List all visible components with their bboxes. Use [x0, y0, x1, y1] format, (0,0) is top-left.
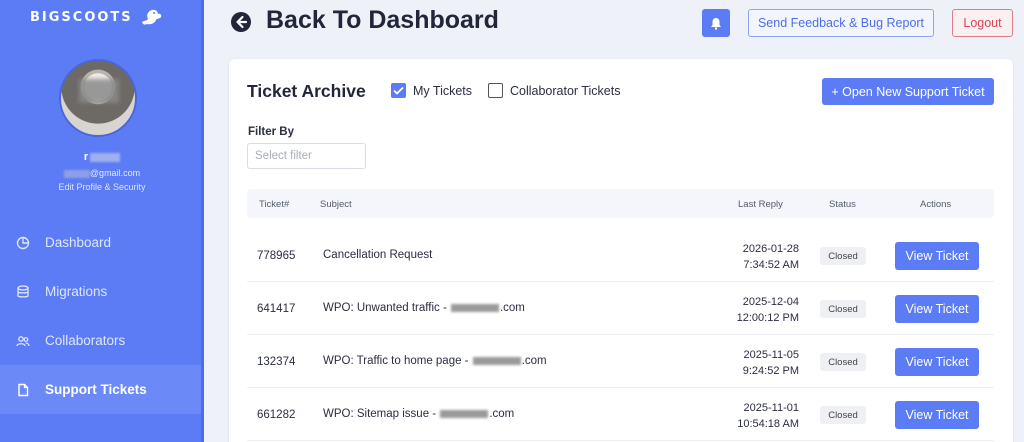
table-row: 132374 WPO: Traffic to home page - .com … [247, 336, 994, 388]
sidebar-item-label: Collaborators [45, 333, 126, 348]
view-ticket-button[interactable]: View Ticket [895, 401, 979, 429]
send-feedback-button[interactable]: Send Feedback & Bug Report [748, 9, 934, 37]
my-tickets-checkbox[interactable]: My Tickets [391, 83, 472, 98]
sidebar-item-support-tickets[interactable]: Support Tickets [0, 365, 204, 414]
last-reply: 2026-01-28 7:34:52 AM [742, 243, 799, 271]
ticket-archive-card: Ticket Archive My Tickets Collaborator T… [229, 59, 1013, 442]
open-new-ticket-button[interactable]: + Open New Support Ticket [822, 78, 994, 105]
last-reply: 2025-12-04 12:00:12 PM [736, 296, 799, 324]
ticket-id: 132374 [257, 356, 296, 368]
brand-logo[interactable]: BIGSCOOTS [30, 6, 163, 28]
table-row: 661282 WPO: Sitemap issue - .com 2025-11… [247, 389, 994, 441]
ticket-id: 641417 [257, 303, 296, 315]
sidebar: BIGSCOOTS r @gmail.com Edit Profile & Se… [0, 0, 204, 442]
status-badge: Closed [820, 353, 866, 371]
column-last-reply: Last Reply [738, 199, 783, 210]
card-title: Ticket Archive [247, 81, 366, 101]
sidebar-item-migrations[interactable]: Migrations [0, 267, 204, 316]
squirrel-logo-icon [141, 9, 161, 25]
table-row: 641417 WPO: Unwanted traffic - .com 2025… [247, 283, 994, 335]
my-tickets-label: My Tickets [413, 83, 473, 98]
avatar[interactable] [59, 59, 137, 137]
status-badge: Closed [820, 300, 866, 318]
back-arrow-icon[interactable] [230, 11, 252, 33]
filter-label: Filter By [248, 126, 295, 138]
ticket-id: 778965 [257, 250, 296, 262]
table-header: Ticket# Subject Last Reply Status Action… [247, 189, 994, 218]
checkbox-unchecked-icon[interactable] [488, 83, 503, 98]
user-name: r [0, 151, 204, 163]
last-reply: 2025-11-01 10:54:18 AM [737, 402, 799, 430]
sidebar-item-dashboard[interactable]: Dashboard [0, 218, 204, 267]
notifications-button[interactable] [702, 9, 730, 37]
view-ticket-button[interactable]: View Ticket [895, 242, 979, 270]
status-badge: Closed [820, 406, 866, 424]
ticket-subject[interactable]: Cancellation Request [323, 249, 432, 261]
bell-icon [711, 17, 721, 30]
sidebar-scrollbar[interactable] [201, 0, 204, 442]
logout-button[interactable]: Logout [952, 9, 1013, 37]
ticket-id: 661282 [257, 409, 296, 421]
users-icon [16, 334, 30, 348]
brand-name: BIGSCOOTS [30, 9, 133, 25]
ticket-subject[interactable]: WPO: Sitemap issue - .com [323, 408, 514, 420]
column-actions: Actions [920, 199, 952, 210]
database-icon [16, 284, 30, 299]
edit-profile-link[interactable]: Edit Profile & Security [0, 182, 204, 192]
ticket-subject[interactable]: WPO: Unwanted traffic - .com [323, 302, 525, 314]
column-status: Status [829, 199, 856, 210]
view-ticket-button[interactable]: View Ticket [895, 348, 979, 376]
sidebar-nav: Dashboard Migrations Collaborators Suppo… [0, 218, 204, 414]
column-subject: Subject [320, 199, 352, 210]
filter-select[interactable] [247, 143, 366, 169]
column-ticket: Ticket# [259, 199, 290, 210]
pie-chart-icon [16, 236, 30, 250]
last-reply: 2025-11-05 9:24:52 PM [742, 349, 799, 377]
sidebar-item-collaborators[interactable]: Collaborators [0, 316, 204, 365]
collaborator-tickets-checkbox[interactable]: Collaborator Tickets [488, 83, 620, 98]
checkbox-checked-icon[interactable] [391, 83, 406, 98]
status-badge: Closed [820, 247, 866, 265]
ticket-subject[interactable]: WPO: Traffic to home page - .com [323, 355, 547, 367]
collaborator-tickets-label: Collaborator Tickets [510, 83, 621, 98]
sidebar-item-label: Migrations [45, 284, 108, 299]
sidebar-item-label: Support Tickets [45, 382, 147, 397]
table-row: 778965 Cancellation Request 2026-01-28 7:… [247, 230, 994, 282]
user-email: @gmail.com [0, 168, 204, 178]
sidebar-item-label: Dashboard [45, 235, 112, 250]
ticket-icon [16, 383, 30, 397]
view-ticket-button[interactable]: View Ticket [895, 295, 979, 323]
back-to-dashboard-link[interactable]: Back To Dashboard [266, 6, 499, 35]
